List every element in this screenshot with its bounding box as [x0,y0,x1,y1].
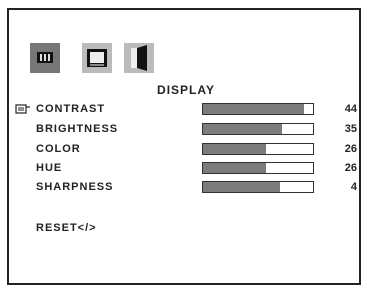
tab-monitor[interactable] [82,43,112,73]
monitor-icon [87,49,107,67]
level-bar[interactable] [202,123,314,135]
level-bar-fill [203,144,266,154]
display-settings-icon [37,52,53,63]
reset-menu-item[interactable]: RESET</> [36,222,97,234]
level-bar-fill [203,163,266,173]
level-bar[interactable] [202,103,314,115]
audio-speaker-icon [131,45,147,71]
level-bar-fill [203,104,305,114]
menu-item-label: COLOR [36,143,81,155]
menu-item-label: HUE [36,162,63,174]
osd-menu-panel: DISPLAY CONTRAST 44 BRIGHTNESS 35 COLOR … [7,8,361,285]
menu-item-value: 4 [350,181,357,193]
menu-item-color[interactable]: COLOR 26 [9,141,363,157]
menu-title: DISPLAY [157,83,215,97]
level-bar-fill [203,124,283,134]
level-bar[interactable] [202,143,314,155]
menu-item-value: 44 [344,103,357,115]
menu-item-label: CONTRAST [36,103,106,115]
tab-display[interactable] [30,43,60,73]
menu-item-value: 26 [344,162,357,174]
menu-item-label: SHARPNESS [36,181,114,193]
level-bar-fill [203,182,280,192]
menu-item-value: 35 [344,123,357,135]
pointing-hand-icon [15,102,31,121]
menu-item-value: 26 [344,143,357,155]
tab-audio[interactable] [124,43,154,73]
level-bar[interactable] [202,181,314,193]
menu-item-contrast[interactable]: CONTRAST 44 [9,101,363,117]
menu-item-hue[interactable]: HUE 26 [9,160,363,176]
menu-item-sharpness[interactable]: SHARPNESS 4 [9,179,363,195]
menu-item-brightness[interactable]: BRIGHTNESS 35 [9,121,363,137]
menu-item-label: BRIGHTNESS [36,123,119,135]
level-bar[interactable] [202,162,314,174]
